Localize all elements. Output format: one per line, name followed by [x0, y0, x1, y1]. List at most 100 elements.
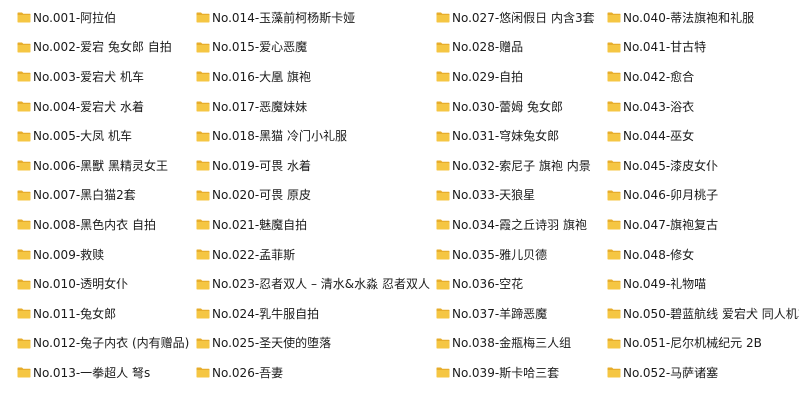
folder-item[interactable]: No.014-玉藻前柯杨斯卡娅 — [196, 3, 436, 33]
folder-item[interactable]: No.048-修女 — [607, 240, 799, 270]
folder-item[interactable]: No.001-阿拉伯 — [17, 3, 197, 33]
folder-item[interactable]: No.002-爱宕 兔女郎 自拍 — [17, 33, 197, 63]
folder-icon — [17, 42, 31, 53]
folder-item[interactable]: No.041-甘古特 — [607, 33, 799, 63]
folder-item[interactable]: No.008-黑色内衣 自拍 — [17, 210, 197, 240]
folder-item[interactable]: No.018-黑猫 冷门小礼服 — [196, 121, 436, 151]
folder-label: No.028-赠品 — [452, 40, 524, 55]
folder-icon — [436, 101, 450, 112]
folder-item[interactable]: No.043-浴衣 — [607, 92, 799, 122]
folder-item[interactable]: No.010-透明女仆 — [17, 269, 197, 299]
folder-item[interactable]: No.009-救赎 — [17, 240, 197, 270]
folder-item[interactable]: No.052-马萨诸塞 — [607, 358, 799, 388]
folder-item[interactable]: No.049-礼物喵 — [607, 269, 799, 299]
folder-item[interactable]: No.017-恶魔妹妹 — [196, 92, 436, 122]
folder-item[interactable]: No.022-孟菲斯 — [196, 240, 436, 270]
folder-icon — [17, 71, 31, 82]
folder-item[interactable]: No.024-乳牛服自拍 — [196, 299, 436, 329]
folder-list: No.001-阿拉伯 No.002-爱宕 兔女郎 自拍 No.003-爱宕犬 机车 N… — [0, 0, 799, 402]
folder-item[interactable]: No.023-忍者双人 – 清水&水淼 忍者双人 — [196, 269, 436, 299]
folder-item[interactable]: No.033-天狼星 — [436, 181, 608, 211]
folder-item[interactable]: No.019-可畏 水着 — [196, 151, 436, 181]
folder-icon — [436, 190, 450, 201]
folder-icon — [196, 12, 210, 23]
folder-icon — [607, 338, 621, 349]
folder-label: No.009-救赎 — [33, 247, 105, 262]
folder-item[interactable]: No.005-大凤 机车 — [17, 121, 197, 151]
folder-label: No.001-阿拉伯 — [33, 10, 117, 25]
folder-icon — [436, 12, 450, 23]
folder-item[interactable]: No.030-蕾姆 兔女郎 — [436, 92, 608, 122]
folder-icon — [607, 131, 621, 142]
folder-item[interactable]: No.040-蒂法旗袍和礼服 — [607, 3, 799, 33]
folder-label: No.029-自拍 — [452, 69, 524, 84]
folder-icon — [196, 71, 210, 82]
folder-item[interactable]: No.050-碧蓝航线 爱宕犬 同人机车 — [607, 299, 799, 329]
folder-item[interactable]: No.047-旗袍复古 — [607, 210, 799, 240]
folder-label: No.026-吾妻 — [212, 365, 284, 380]
folder-item[interactable]: No.007-黑白猫2套 — [17, 181, 197, 211]
folder-item[interactable]: No.004-爱宕犬 水着 — [17, 92, 197, 122]
folder-item[interactable]: No.029-自拍 — [436, 62, 608, 92]
folder-label: No.018-黑猫 冷门小礼服 — [212, 129, 347, 144]
folder-item[interactable]: No.037-羊蹄恶魔 — [436, 299, 608, 329]
folder-icon — [436, 367, 450, 378]
folder-label: No.042-愈合 — [623, 69, 695, 84]
folder-icon — [196, 190, 210, 201]
folder-item[interactable]: No.035-雅儿贝德 — [436, 240, 608, 270]
folder-item[interactable]: No.039-斯卡哈三套 — [436, 358, 608, 388]
folder-icon — [196, 279, 210, 290]
folder-label: No.022-孟菲斯 — [212, 247, 296, 262]
folder-label: No.037-羊蹄恶魔 — [452, 306, 548, 321]
folder-item[interactable]: No.034-霞之丘诗羽 旗袍 — [436, 210, 608, 240]
folder-item[interactable]: No.042-愈合 — [607, 62, 799, 92]
folder-item[interactable]: No.051-尼尔机械纪元 2B — [607, 329, 799, 359]
folder-label: No.024-乳牛服自拍 — [212, 306, 320, 321]
folder-item[interactable]: No.044-巫女 — [607, 121, 799, 151]
folder-item[interactable]: No.020-可畏 原皮 — [196, 181, 436, 211]
folder-label: No.027-悠闲假日 内含3套 — [452, 10, 595, 25]
folder-item[interactable]: No.013-一拳超人 弩s — [17, 358, 197, 388]
folder-item[interactable]: No.032-索尼子 旗袍 内景 — [436, 151, 608, 181]
folder-icon — [436, 71, 450, 82]
folder-label: No.015-爱心恶魔 — [212, 40, 308, 55]
folder-icon — [17, 219, 31, 230]
folder-icon — [436, 338, 450, 349]
folder-label: No.007-黑白猫2套 — [33, 188, 136, 203]
folder-icon — [436, 219, 450, 230]
folder-icon — [607, 42, 621, 53]
folder-icon — [17, 367, 31, 378]
folder-item[interactable]: No.025-圣天使的堕落 — [196, 329, 436, 359]
folder-item[interactable]: No.031-穹妹兔女郎 — [436, 121, 608, 151]
folder-column-4: No.040-蒂法旗袍和礼服 No.041-甘古特 No.042-愈合 No.043-… — [607, 3, 799, 388]
folder-item[interactable]: No.045-漆皮女仆 — [607, 151, 799, 181]
folder-item[interactable]: No.011-兔女郎 — [17, 299, 197, 329]
folder-item[interactable]: No.046-卯月桃子 — [607, 181, 799, 211]
folder-icon — [17, 131, 31, 142]
folder-item[interactable]: No.012-兔子内衣 (内有赠品) — [17, 329, 197, 359]
folder-label: No.052-马萨诸塞 — [623, 365, 719, 380]
folder-label: No.002-爱宕 兔女郎 自拍 — [33, 40, 172, 55]
folder-icon — [607, 279, 621, 290]
folder-icon — [17, 308, 31, 319]
folder-item[interactable]: No.026-吾妻 — [196, 358, 436, 388]
folder-item[interactable]: No.027-悠闲假日 内含3套 — [436, 3, 608, 33]
folder-item[interactable]: No.036-空花 — [436, 269, 608, 299]
folder-icon — [196, 249, 210, 260]
folder-item[interactable]: No.003-爱宕犬 机车 — [17, 62, 197, 92]
folder-label: No.033-天狼星 — [452, 188, 536, 203]
folder-item[interactable]: No.021-魅魔自拍 — [196, 210, 436, 240]
folder-item[interactable]: No.015-爱心恶魔 — [196, 33, 436, 63]
folder-item[interactable]: No.016-大凰 旗袍 — [196, 62, 436, 92]
folder-item[interactable]: No.006-黑獸 黑精灵女王 — [17, 151, 197, 181]
folder-label: No.043-浴衣 — [623, 99, 695, 114]
folder-icon — [607, 101, 621, 112]
folder-label: No.008-黑色内衣 自拍 — [33, 217, 156, 232]
folder-label: No.045-漆皮女仆 — [623, 158, 719, 173]
folder-label: No.048-修女 — [623, 247, 695, 262]
folder-item[interactable]: No.028-赠品 — [436, 33, 608, 63]
folder-icon — [607, 367, 621, 378]
folder-label: No.003-爱宕犬 机车 — [33, 69, 144, 84]
folder-label: No.010-透明女仆 — [33, 277, 129, 292]
folder-item[interactable]: No.038-金瓶梅三人组 — [436, 329, 608, 359]
